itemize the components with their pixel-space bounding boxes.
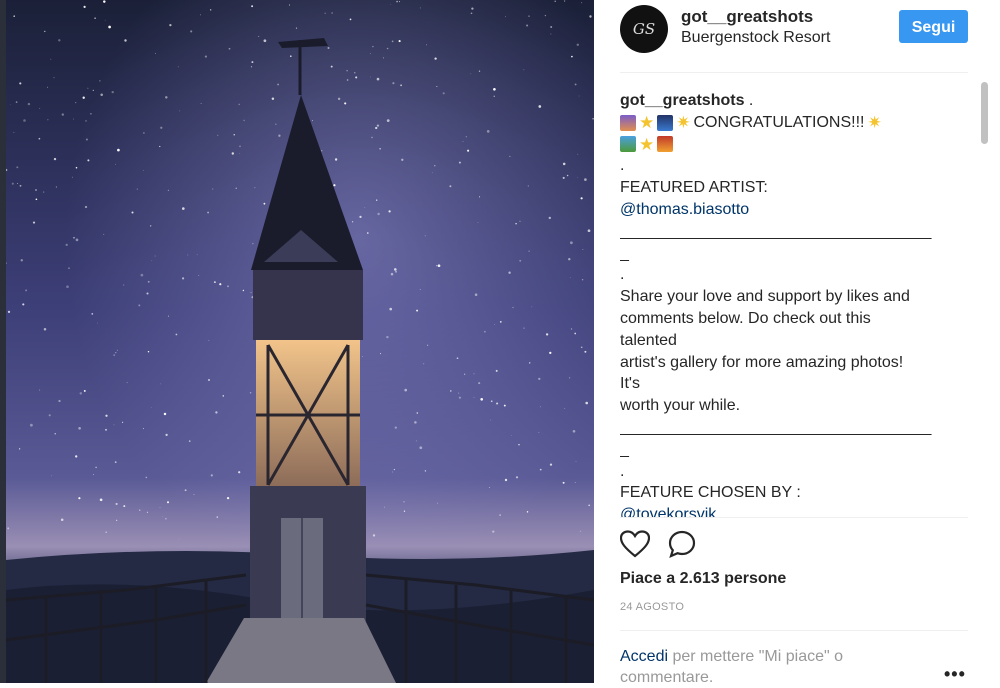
avatar[interactable]: GS xyxy=(620,5,668,53)
login-prompt: Accedi per mettere "Mi piace" o commenta… xyxy=(620,646,920,688)
feature-chosen-by-label: FEATURE CHOSEN BY : xyxy=(620,484,801,502)
night-sky-emoji-icon xyxy=(657,114,674,131)
caption-scrollbar-thumb[interactable] xyxy=(981,82,988,144)
chooser-handle-link[interactable]: @tovekorsvik xyxy=(620,506,716,517)
caption-body-line: artist's gallery for more amazing photos… xyxy=(620,353,904,371)
post-caption: got__greatshots . ★ ✷ CONGRATULATIONS!!!… xyxy=(620,90,960,517)
post-side-panel: GS got__greatshots Buergenstock Resort S… xyxy=(594,0,1000,686)
caption-separator: ___________________________________ xyxy=(620,222,932,240)
caption-body-line: comments below. Do check out this xyxy=(620,309,871,327)
likes-count[interactable]: Piace a 2.613 persone xyxy=(620,570,786,588)
follow-button[interactable]: Segui xyxy=(899,10,968,43)
post-author-username[interactable]: got__greatshots xyxy=(681,7,813,27)
star-emoji-icon: ★ xyxy=(639,134,655,154)
artist-handle-link[interactable]: @thomas.biasotto xyxy=(620,201,749,218)
caption-body-line: worth your while. xyxy=(620,397,741,415)
star-emoji-icon: ★ xyxy=(639,113,655,133)
comment-icon[interactable] xyxy=(668,530,696,563)
footer-divider xyxy=(620,630,968,631)
more-options-icon[interactable]: ••• xyxy=(944,664,966,685)
caption-body-line: Share your love and support by likes and xyxy=(620,288,910,306)
caption-separator: ___________________________________ xyxy=(620,418,932,436)
post-date: 24 AGOSTO xyxy=(620,601,685,613)
landscape-emoji-icon xyxy=(620,136,636,153)
volcano-emoji-icon xyxy=(657,136,674,153)
caption-dot: . xyxy=(620,266,625,284)
featured-artist-label: FEATURED ARTIST: xyxy=(620,179,768,197)
congratulations-text: CONGRATULATIONS!!! xyxy=(693,113,865,131)
caption-separator-tail: _ xyxy=(620,244,629,262)
avatar-logo-text: GS xyxy=(632,20,656,38)
caption-divider xyxy=(620,517,968,518)
caption-dot: . xyxy=(620,462,625,480)
glowing-star-emoji-icon: ✷ xyxy=(676,113,691,133)
heart-icon[interactable] xyxy=(619,530,651,563)
caption-dot: . xyxy=(620,157,625,175)
caption-body-line: talented xyxy=(620,331,677,349)
login-link[interactable]: Accedi xyxy=(620,648,668,665)
post-location[interactable]: Buergenstock Resort xyxy=(681,29,830,47)
caption-username[interactable]: got__greatshots xyxy=(620,92,744,109)
caption-separator-tail: _ xyxy=(620,440,629,458)
caption-body-line: It's xyxy=(620,375,640,393)
night-sky-tower-image xyxy=(6,0,594,683)
glowing-star-emoji-icon: ✷ xyxy=(867,113,882,133)
post-header: GS got__greatshots Buergenstock Resort S… xyxy=(594,0,994,72)
sunset-photo-emoji-icon xyxy=(620,114,636,131)
emoji-row-1: ★ ✷ CONGRATULATIONS!!! ✷ xyxy=(620,112,960,134)
emoji-row-2: ★ xyxy=(620,134,960,156)
header-divider xyxy=(620,72,968,73)
post-photo[interactable] xyxy=(6,0,594,683)
caption-username-suffix: . xyxy=(744,92,754,109)
